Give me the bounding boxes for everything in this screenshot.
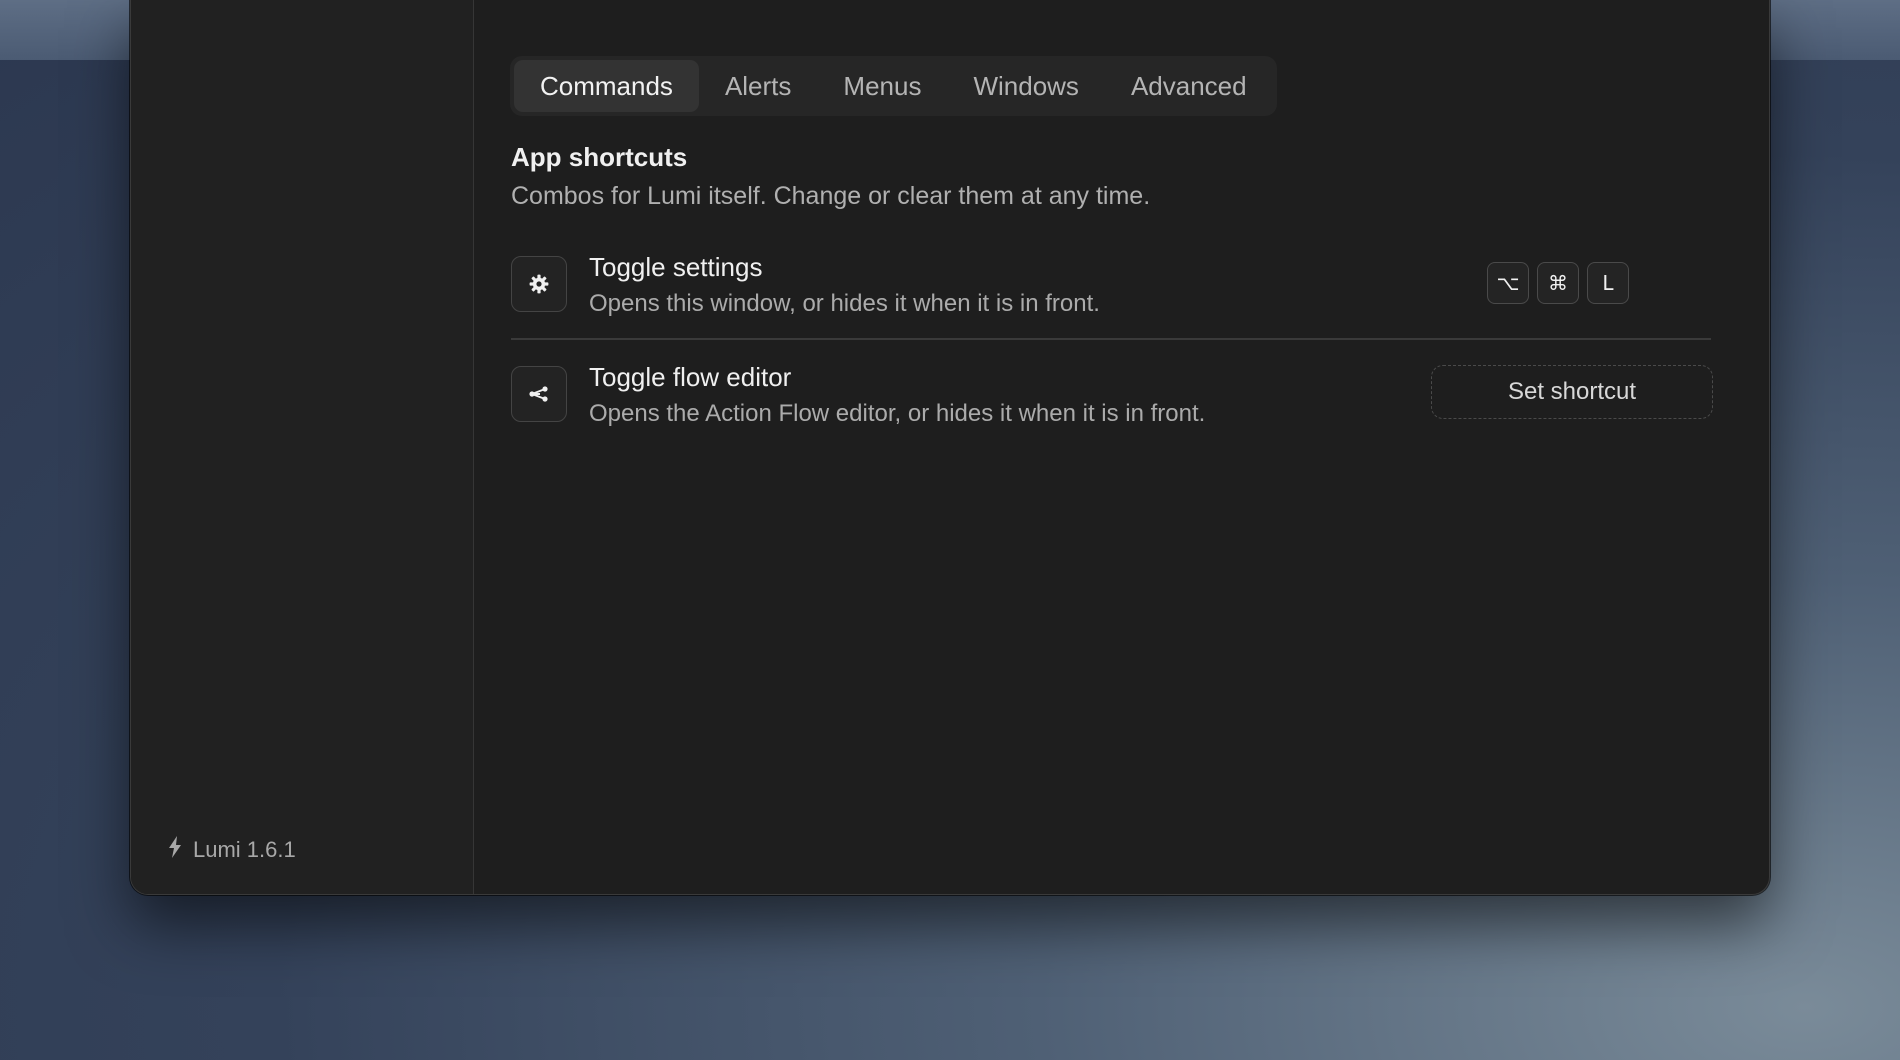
section-description: Combos for Lumi itself. Change or clear … [511,182,1151,210]
tab-menus[interactable]: Menus [817,60,947,112]
version-text: Lumi 1.6.1 [193,837,296,862]
share-nodes-icon [511,366,567,422]
shortcut-description: Opens this window, or hides it when it i… [589,290,1100,317]
tab-commands[interactable]: Commands [514,60,699,112]
version-label: Lumi 1.6.1 [167,836,296,864]
shortcut-row-toggle-flow-editor: Toggle flow editor Opens the Action Flow… [511,348,1713,436]
shortcut-row-toggle-settings: Toggle settings Opens this window, or hi… [511,238,1711,326]
key-option[interactable]: ⌥ [1487,262,1529,304]
set-shortcut-button[interactable]: Set shortcut [1431,365,1713,419]
settings-window: Lumi 1.6.1 Commands Alerts Menus Windows… [130,0,1770,895]
row-divider [511,338,1711,340]
tab-advanced[interactable]: Advanced [1105,60,1273,112]
tab-bar: Commands Alerts Menus Windows Advanced [510,56,1277,116]
shortcut-title: Toggle flow editor [589,362,792,392]
tab-windows[interactable]: Windows [947,60,1104,112]
lightning-icon [167,836,183,864]
shortcut-title: Toggle settings [589,252,763,282]
section-title: App shortcuts [511,142,688,172]
key-l[interactable]: L [1587,262,1629,304]
sidebar: Lumi 1.6.1 [131,0,474,894]
key-command[interactable]: ⌘ [1537,262,1579,304]
shortcut-description: Opens the Action Flow editor, or hides i… [589,400,1206,427]
main-panel: Commands Alerts Menus Windows Advanced A… [474,0,1769,894]
shortcut-keys[interactable]: ⌥ ⌘ L [1487,262,1629,304]
gear-icon [511,256,567,312]
tab-alerts[interactable]: Alerts [699,60,817,112]
